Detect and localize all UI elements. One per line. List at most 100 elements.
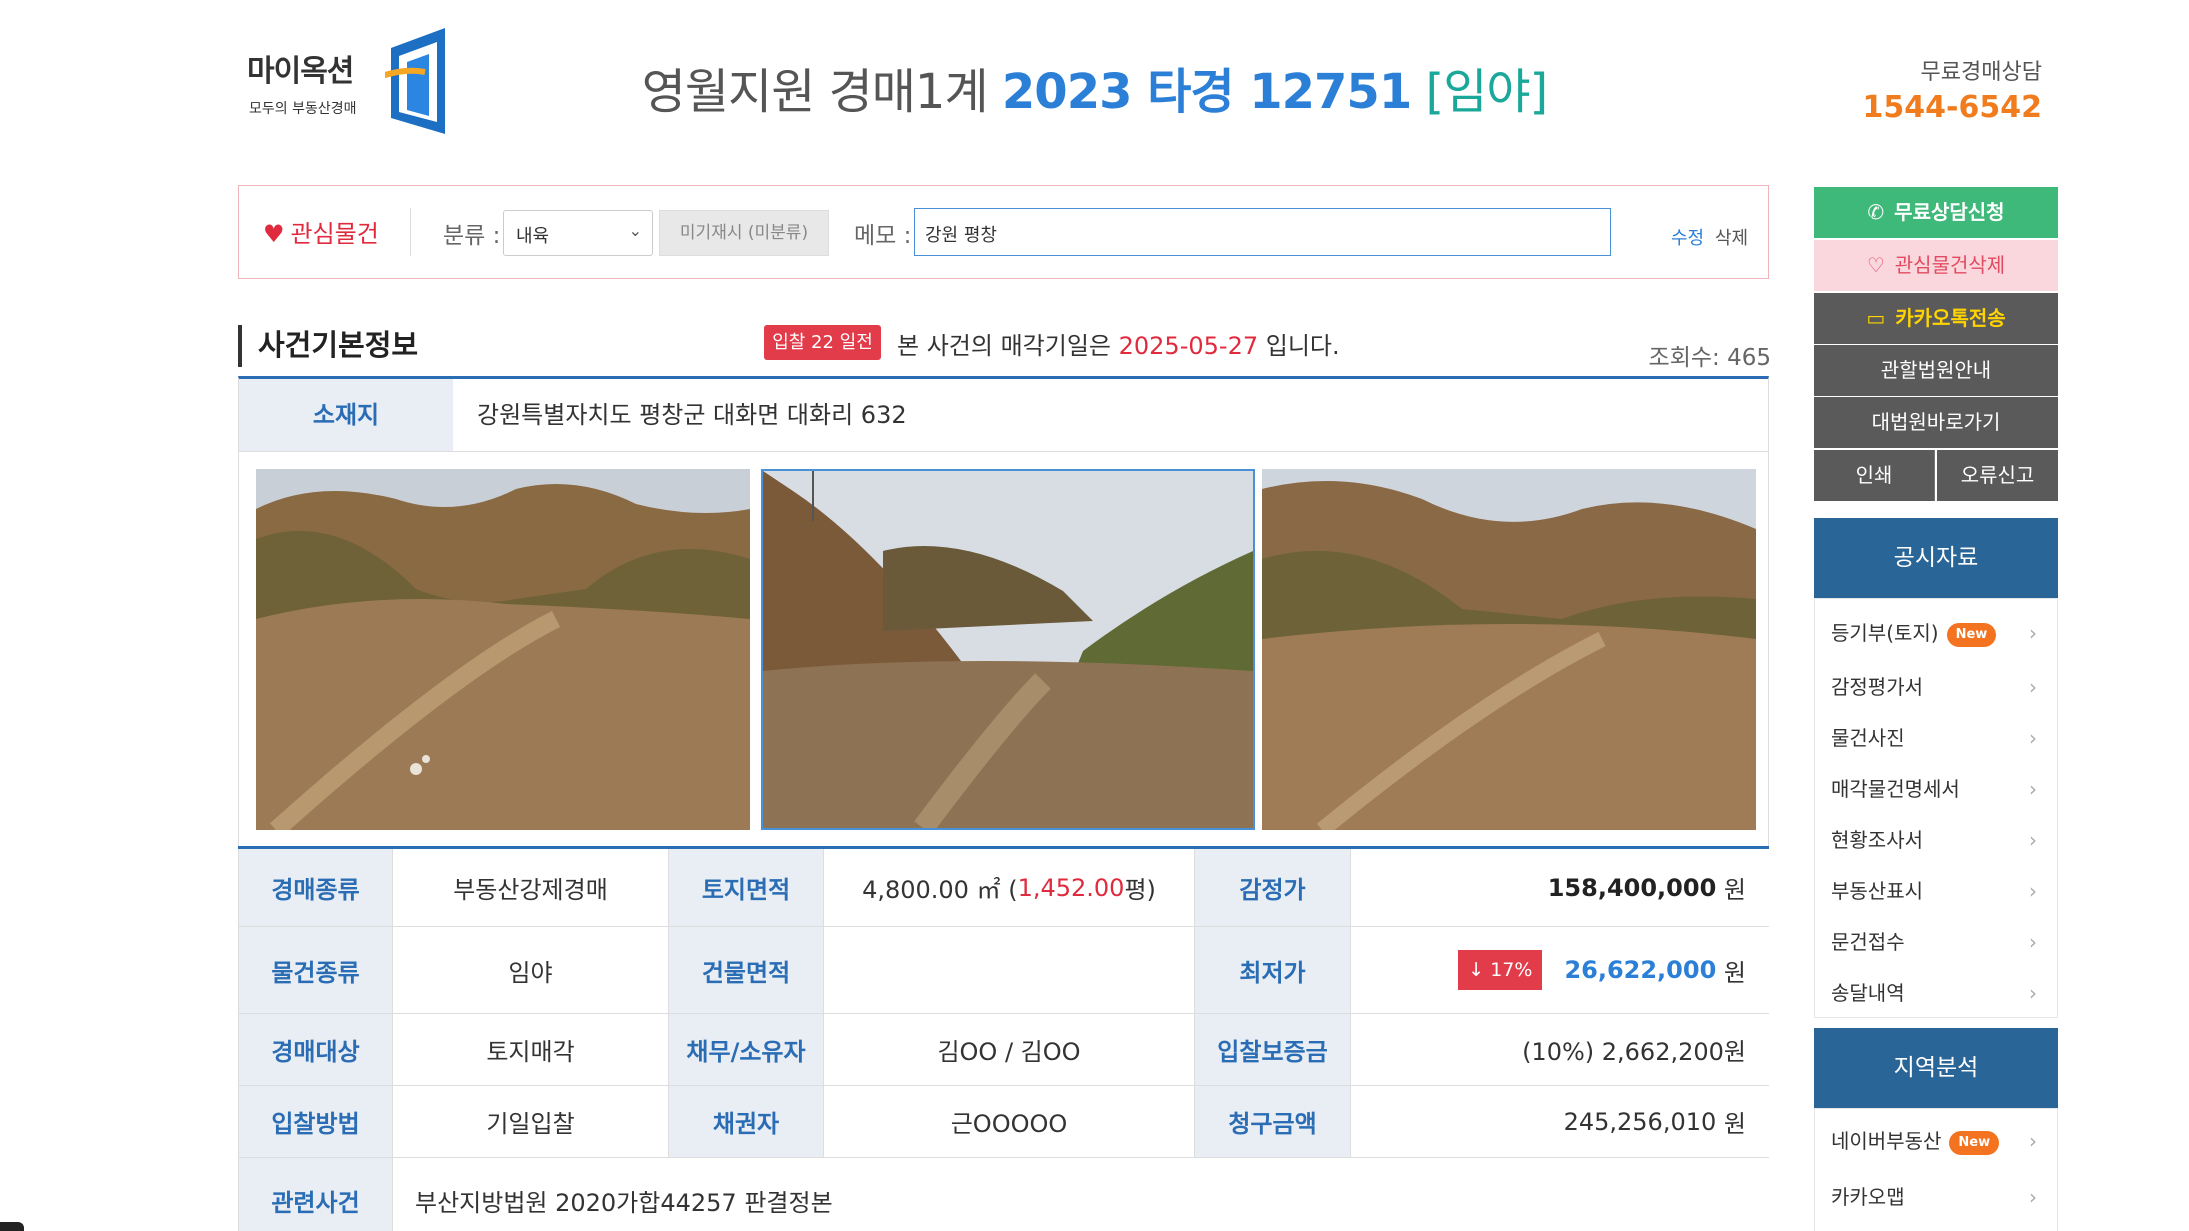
chevron-right-icon: › — [2029, 981, 2037, 1005]
discount-badge: ↓ 17% — [1458, 950, 1543, 990]
photo-gallery — [238, 452, 1769, 846]
table-row: 물건종류 임야 건물면적 최저가 ↓ 17% 26,622,000 원 — [238, 927, 1769, 1014]
property-kind: [임야] — [1425, 64, 1549, 120]
favorite-delete-label: 관심물건삭제 — [1894, 253, 2006, 277]
heart-outline-icon: ♡ — [1866, 253, 1885, 277]
public-doc-label: 등기부(토지) — [1831, 621, 1939, 645]
report-error-button[interactable]: 오류신고 — [1937, 450, 2058, 501]
kakao-send-button[interactable]: ▭ 카카오톡전송 — [1814, 293, 2058, 344]
chevron-down-icon: ⌄ — [628, 221, 642, 240]
memo-delete-link[interactable]: 삭제 — [1715, 224, 1748, 250]
view-count: 조회수: 465 — [1648, 345, 1771, 371]
won-unit: 원 — [1723, 876, 1746, 904]
public-docs-list: 등기부(토지) New › 감정평가서 › 물건사진 › 매각물건명세서 › 현황… — [1814, 598, 2058, 1018]
location-label: 소재지 — [239, 379, 453, 451]
favorite-label: 관심물건 — [290, 220, 379, 248]
hotline-number[interactable]: 1544-6542 — [1863, 90, 2042, 125]
claim-value: 245,256,010 원 — [1351, 1086, 1770, 1157]
consult-button[interactable]: ✆ 무료상담신청 — [1814, 187, 2058, 238]
case-number: 2023 타경 12751 — [1001, 64, 1412, 120]
sale-date: 2025-05-27 — [1118, 332, 1259, 360]
public-doc-item[interactable]: 등기부(토지) New › — [1831, 613, 2051, 653]
favorite-delete-button[interactable]: ♡ 관심물건삭제 — [1814, 240, 2058, 291]
creditor-value: 근OOOOO — [824, 1086, 1195, 1157]
new-badge: New — [1949, 1130, 2000, 1155]
phone-icon: ✆ — [1867, 200, 1885, 224]
item-type-value: 임야 — [393, 927, 669, 1013]
sale-date-notice: 본 사건의 매각기일은 2025-05-27 입니다. — [897, 326, 1340, 361]
chevron-right-icon: › — [2029, 1129, 2037, 1153]
print-button[interactable]: 인쇄 — [1814, 450, 1935, 501]
building-area-value — [824, 927, 1195, 1013]
public-doc-item[interactable]: 물건사진 › — [1831, 718, 2051, 758]
public-doc-item[interactable]: 현황조사서 › — [1831, 820, 2051, 860]
chevron-right-icon: › — [2029, 777, 2037, 801]
memo-edit-link[interactable]: 수정 — [1671, 224, 1704, 250]
auction-type-value: 부동산강제경매 — [393, 849, 669, 926]
public-doc-label: 물건사진 — [1831, 726, 1905, 750]
category-select[interactable]: 내육 ⌄ — [503, 210, 653, 256]
region-analysis-header: 지역분석 — [1814, 1028, 2058, 1108]
section-title: 사건기본정보 — [238, 325, 418, 367]
property-photo[interactable] — [256, 469, 750, 830]
property-photo[interactable] — [1262, 469, 1756, 830]
appraisal-amount: 158,400,000 — [1547, 873, 1717, 902]
public-doc-item[interactable]: 부동산표시 › — [1831, 871, 2051, 911]
unassigned-button[interactable]: 미기재시 (미분류) — [659, 210, 829, 256]
heart-icon: ♥ — [263, 220, 285, 248]
target-value: 토지매각 — [393, 1014, 669, 1085]
public-doc-item[interactable]: 감정평가서 › — [1831, 667, 2051, 707]
won-unit: 원 — [1723, 958, 1746, 987]
court-info-button[interactable]: 관할법원안내 — [1814, 345, 2058, 396]
chevron-right-icon: › — [2029, 621, 2037, 645]
favorite-button[interactable]: ♥ 관심물건 — [263, 214, 379, 249]
detail-table: 경매종류 부동산강제경매 토지면적 4,800.00 ㎡ (1,452.00 평)… — [238, 846, 1769, 1231]
auction-type-label: 경매종류 — [239, 849, 393, 926]
region-label: 네이버부동산 — [1831, 1129, 1942, 1153]
floating-widget[interactable] — [0, 1222, 24, 1231]
consult-label: 무료상담신청 — [1894, 200, 2005, 224]
hotline-label: 무료경매상담 — [1920, 60, 2042, 85]
creditor-label: 채권자 — [669, 1086, 824, 1157]
public-doc-item[interactable]: 문건접수 › — [1831, 922, 2051, 962]
table-row: 관련사건 부산지방법원 2020가합44257 판결정본 — [238, 1158, 1769, 1231]
memo-input[interactable]: 강원 평창 — [914, 208, 1611, 256]
public-docs-header: 공시자료 — [1814, 518, 2058, 598]
deposit-value: (10%) 2,662,200원 — [1522, 1038, 1746, 1066]
public-doc-item[interactable]: 송달내역 › — [1831, 973, 2051, 1013]
dday-badge: 입찰 22 일전 — [764, 325, 881, 360]
item-type-label: 물건종류 — [239, 927, 393, 1013]
chevron-right-icon: › — [2029, 675, 2037, 699]
public-doc-label: 송달내역 — [1831, 981, 1905, 1005]
chevron-right-icon: › — [2029, 879, 2037, 903]
target-label: 경매대상 — [239, 1014, 393, 1085]
chevron-right-icon: › — [2029, 930, 2037, 954]
min-price-label: 최저가 — [1195, 927, 1351, 1013]
chevron-right-icon: › — [2029, 1185, 2037, 1209]
table-row: 경매종류 부동산강제경매 토지면적 4,800.00 ㎡ (1,452.00 평)… — [238, 849, 1769, 927]
kakao-send-label: 카카오톡전송 — [1895, 306, 2006, 330]
chat-icon: ▭ — [1866, 306, 1886, 330]
debtor-value: 김OO / 김OO — [824, 1014, 1195, 1085]
chevron-right-icon: › — [2029, 828, 2037, 852]
land-area-pyeong: 1,452.00 — [1017, 873, 1125, 902]
supreme-court-button[interactable]: 대법원바로가기 — [1814, 397, 2058, 448]
public-doc-label: 감정평가서 — [1831, 675, 1923, 699]
region-item[interactable]: 카카오맵 › — [1831, 1177, 2051, 1217]
new-badge: New — [1946, 622, 1997, 647]
region-label: 카카오맵 — [1831, 1185, 1905, 1209]
divider — [410, 208, 411, 256]
appraisal-value: 158,400,000 원 — [1351, 849, 1770, 926]
public-doc-label: 매각물건명세서 — [1831, 777, 1960, 801]
property-photo[interactable] — [761, 469, 1255, 830]
region-item[interactable]: 네이버부동산 New › — [1831, 1121, 2051, 1161]
table-row: 경매대상 토지매각 채무/소유자 김OO / 김OO 입찰보증금 (10%) 2… — [238, 1014, 1769, 1086]
category-label: 분류 : — [443, 223, 501, 249]
public-doc-label: 문건접수 — [1831, 930, 1905, 954]
table-row: 입찰방법 기일입찰 채권자 근OOOOO 청구금액 245,256,010 원 — [238, 1086, 1769, 1158]
public-doc-item[interactable]: 매각물건명세서 › — [1831, 769, 2051, 809]
chevron-right-icon: › — [2029, 726, 2037, 750]
land-area-value: 4,800.00 ㎡ (1,452.00 평) — [824, 849, 1195, 926]
appraisal-label: 감정가 — [1195, 849, 1351, 926]
method-label: 입찰방법 — [239, 1086, 393, 1157]
